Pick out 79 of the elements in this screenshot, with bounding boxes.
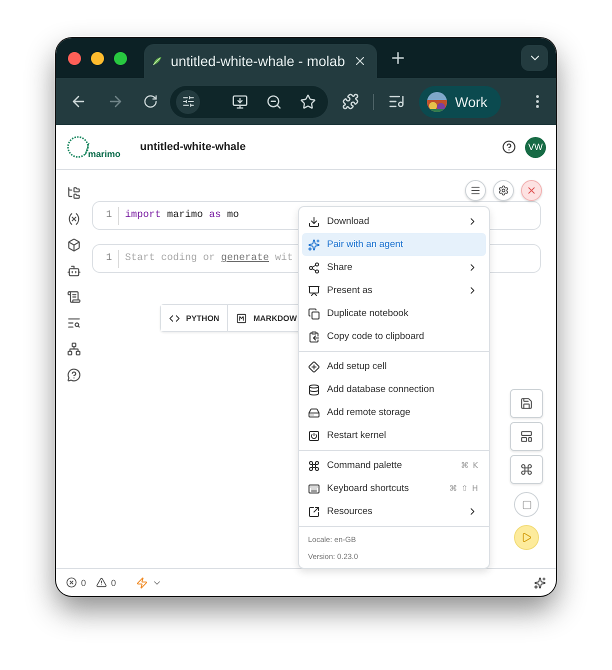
menu-item[interactable]: Keyboard shortcuts ⌘ ⇧ H [302, 477, 486, 500]
browser-tab[interactable]: untitled-white-whale - molab [144, 44, 377, 78]
shortcut-keys: ⌘ ⇧ H [449, 484, 478, 493]
line-number: 1 [93, 206, 119, 224]
tree-icon[interactable] [67, 186, 81, 200]
menu-item[interactable]: Resources [302, 500, 486, 523]
line-number: 1 [93, 250, 119, 268]
menu-item[interactable]: Add database connection [302, 378, 486, 401]
settings-icon[interactable] [493, 180, 514, 201]
generate-link[interactable]: generate [221, 253, 270, 264]
close-window-icon[interactable] [68, 52, 81, 64]
warning-count: 0 [111, 578, 116, 588]
warning-icon [96, 577, 108, 588]
back-icon[interactable] [70, 93, 87, 110]
tab-list-button[interactable] [521, 45, 548, 71]
menu-item[interactable]: Share [302, 256, 486, 279]
user-avatar[interactable]: VW [525, 136, 546, 158]
presentation-icon [308, 284, 320, 296]
external-link-icon [308, 506, 320, 518]
menu-item[interactable]: Add setup cell [302, 355, 486, 378]
new-tab-icon[interactable] [389, 49, 407, 67]
keyboard-icon [308, 482, 320, 494]
menu-item[interactable]: Download [302, 210, 486, 233]
menu-item[interactable]: Restart kernel [302, 424, 486, 447]
help-bubble-icon[interactable] [67, 368, 81, 382]
download-icon [308, 216, 320, 228]
reload-icon[interactable] [143, 94, 158, 109]
command-icon [520, 463, 533, 476]
cell-placeholder: Start coding or generate wit [125, 253, 294, 264]
profile-button[interactable]: Work [419, 86, 502, 118]
star-icon[interactable] [300, 94, 316, 110]
cube-icon[interactable] [67, 238, 81, 252]
command-button[interactable] [510, 455, 543, 484]
help-icon[interactable] [502, 140, 516, 154]
copy-icon [308, 308, 320, 320]
puzzle-icon[interactable] [342, 93, 359, 110]
diamond-plus-icon [308, 360, 320, 372]
network-icon[interactable] [67, 342, 81, 356]
install-icon[interactable] [232, 94, 248, 110]
power-icon [308, 430, 320, 442]
text-search-icon[interactable] [67, 316, 81, 330]
menu-item[interactable]: Present as [302, 279, 486, 302]
code-icon [169, 312, 180, 324]
media-icon[interactable] [388, 93, 405, 110]
scroll-icon[interactable] [67, 290, 81, 304]
code-line: import marimo as mo [125, 210, 240, 221]
menu-item[interactable]: Pair with an agent [302, 233, 486, 256]
menu-item[interactable]: Add remote storage [302, 401, 486, 424]
error-count: 0 [81, 578, 86, 588]
save-button[interactable] [510, 389, 543, 418]
notebook-title: untitled-white-whale [140, 141, 247, 153]
database-icon [308, 384, 320, 396]
robot-icon[interactable] [67, 264, 81, 278]
menu-item[interactable]: Command palette ⌘ K [302, 454, 486, 477]
shortcut-keys: ⌘ K [460, 461, 478, 470]
sparkles-icon[interactable] [534, 576, 546, 588]
zoom-out-icon[interactable] [266, 94, 282, 110]
share-icon [308, 262, 320, 274]
clipboard-icon [308, 330, 320, 342]
variable-icon[interactable] [67, 212, 81, 226]
close-icon[interactable] [353, 54, 367, 68]
command-icon [308, 460, 320, 472]
layout-icon [520, 430, 533, 443]
layout-button[interactable] [510, 422, 543, 451]
sparkles-icon [308, 238, 320, 250]
save-icon [520, 397, 533, 410]
site-settings-icon[interactable] [176, 90, 200, 114]
play-icon [521, 532, 532, 543]
forward-icon[interactable] [107, 93, 124, 110]
logo: marimo [66, 135, 130, 159]
add-cell-button[interactable]: PYTHON [161, 305, 228, 331]
markdown-icon [236, 312, 248, 324]
square-icon [522, 500, 532, 510]
drive-icon [308, 406, 320, 418]
error-icon [66, 577, 77, 588]
menu-icon[interactable] [465, 180, 486, 201]
logo-icon [66, 135, 90, 159]
minimize-window-icon[interactable] [91, 52, 104, 64]
maximize-window-icon[interactable] [114, 52, 127, 64]
